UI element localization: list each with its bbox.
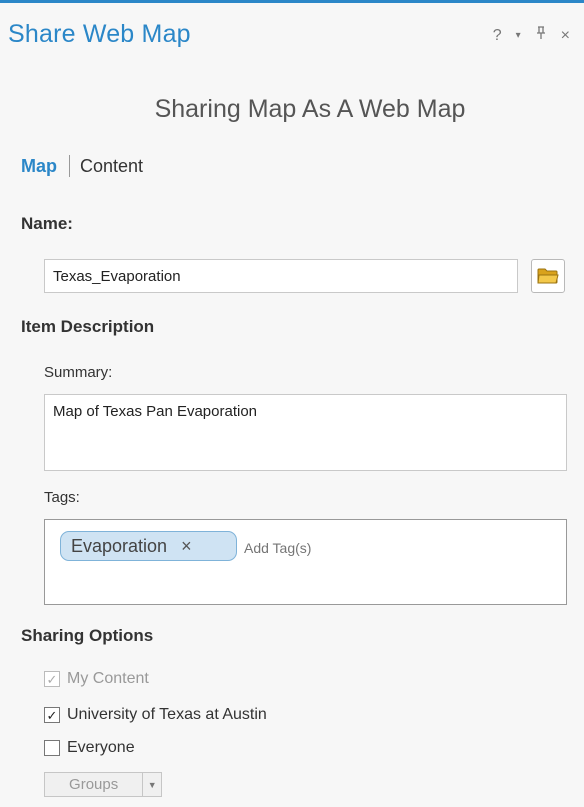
remove-tag-icon[interactable]: × [181, 536, 192, 557]
tags-label: Tags: [44, 489, 80, 506]
groups-dropdown[interactable]: Groups ▼ [44, 772, 162, 797]
tag-chip: Evaporation × [60, 531, 237, 561]
name-input[interactable] [44, 259, 518, 293]
everyone-checkbox[interactable] [44, 740, 60, 756]
everyone-label: Everyone [67, 739, 135, 756]
add-tag-input[interactable] [244, 540, 444, 556]
pin-icon[interactable] [535, 26, 547, 45]
tab-content[interactable]: Content [80, 156, 143, 177]
my-content-checkbox: ✓ [44, 671, 60, 687]
sharing-options-label: Sharing Options [21, 626, 154, 645]
chevron-down-icon: ▼ [147, 779, 157, 790]
tab-bar: Map Content [21, 155, 143, 177]
options-dropdown-icon[interactable]: ▾ [516, 27, 521, 45]
tab-divider [69, 155, 70, 177]
close-icon[interactable]: × [561, 27, 570, 45]
folder-icon [537, 268, 559, 284]
tags-field[interactable]: Evaporation × [44, 519, 567, 605]
pane-top-border [0, 0, 584, 3]
pin-icon-graphic [536, 26, 545, 39]
item-description-label: Item Description [21, 317, 155, 336]
browse-folder-button[interactable] [531, 259, 565, 293]
help-icon[interactable]: ? [493, 27, 502, 45]
page-heading: Sharing Map As A Web Map [154, 95, 466, 123]
tab-map[interactable]: Map [21, 156, 57, 177]
share-option-organization[interactable]: ✓ University of Texas at Austin [44, 706, 267, 724]
share-option-everyone[interactable]: Everyone [44, 739, 135, 757]
share-option-my-content: ✓ My Content [44, 670, 149, 688]
name-label: Name: [21, 214, 73, 233]
organization-checkbox[interactable]: ✓ [44, 707, 60, 723]
summary-label: Summary: [44, 364, 113, 381]
groups-label: Groups [45, 773, 144, 796]
organization-label: University of Texas at Austin [67, 706, 267, 723]
tag-label: Evaporation [71, 535, 168, 556]
summary-field[interactable]: Map of Texas Pan Evaporation [44, 394, 567, 471]
pane-title: Share Web Map [8, 20, 191, 48]
window-controls: ? ▾ × [493, 26, 570, 45]
my-content-label: My Content [67, 670, 149, 687]
